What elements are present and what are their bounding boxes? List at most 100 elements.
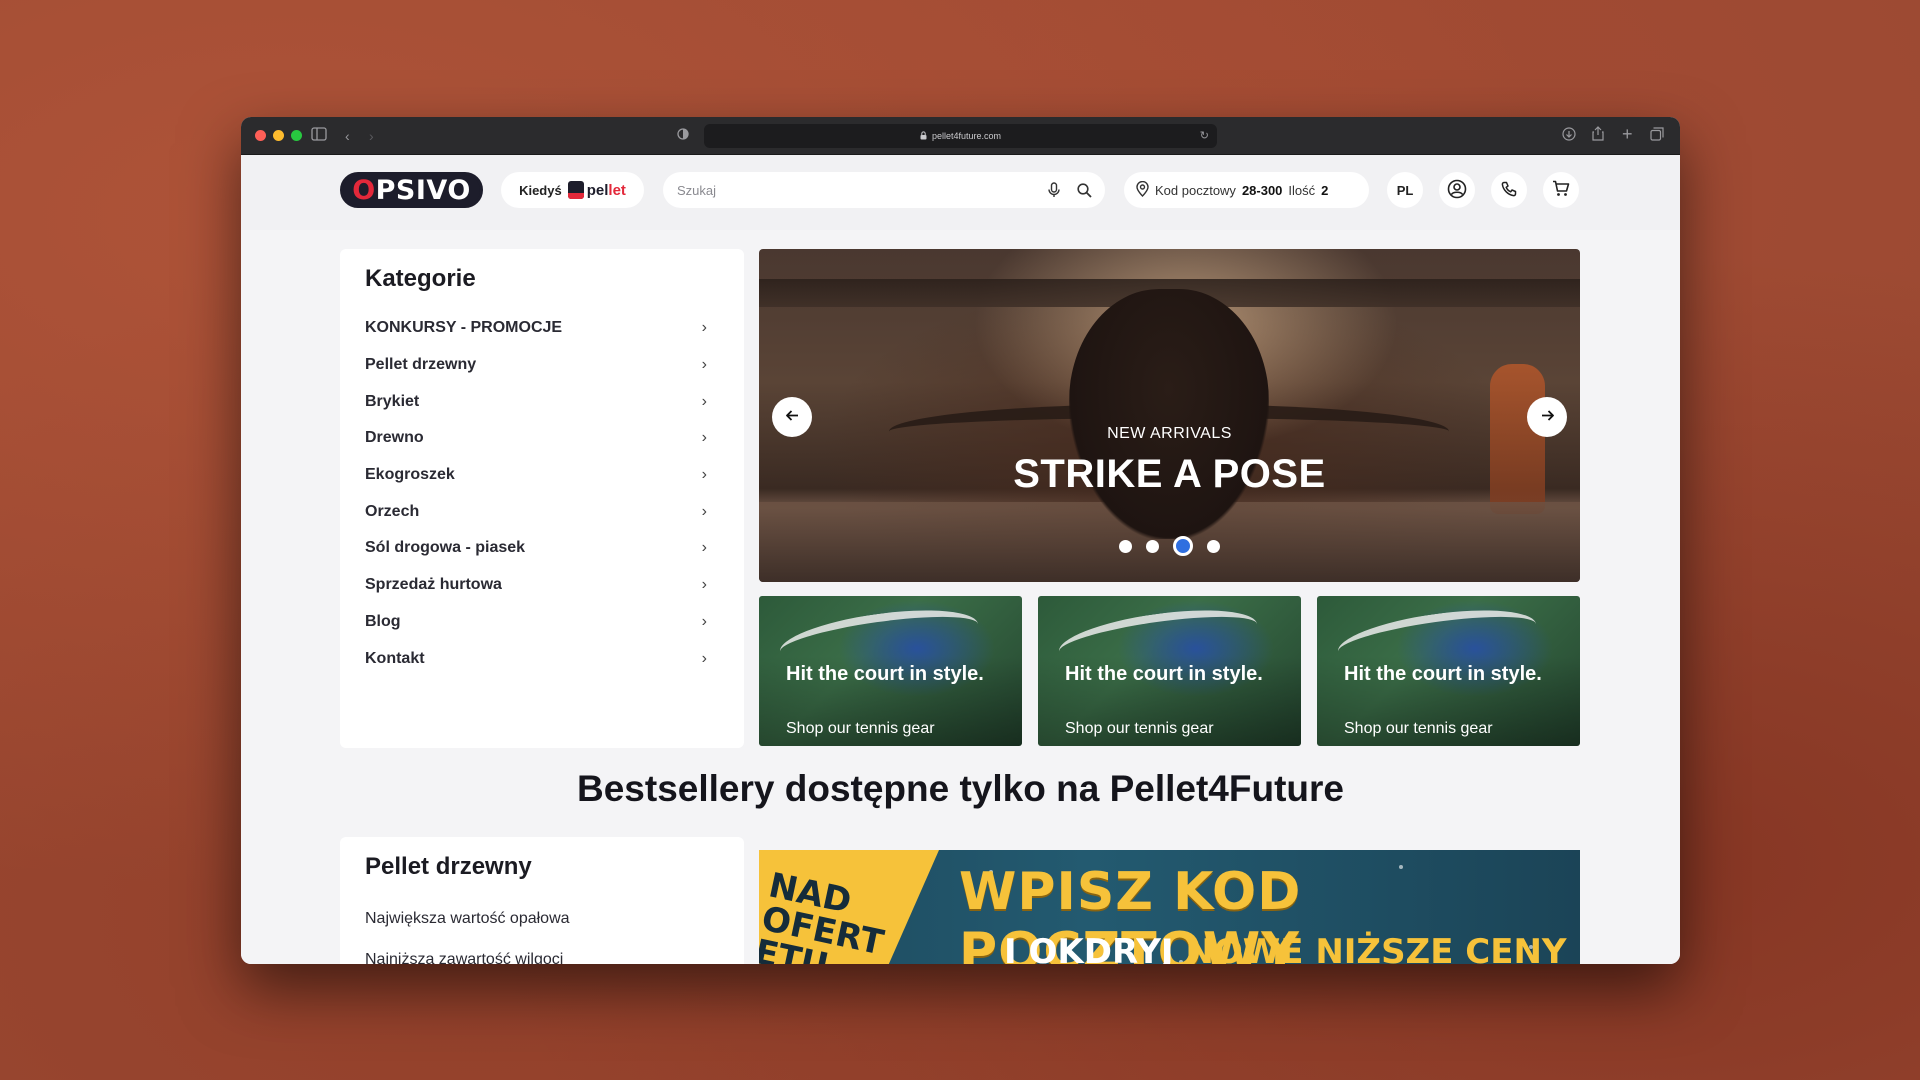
promo-tile[interactable]: Hit the court in style. Shop our tennis …	[1317, 596, 1580, 746]
tab-overview-icon[interactable]	[1650, 126, 1664, 146]
banner-second-text: I OKDRYJ NOWE NIŻSZE CENY	[1004, 932, 1567, 964]
promo-title: Hit the court in style.	[1065, 663, 1263, 685]
arrow-left-icon	[785, 408, 799, 426]
sidebar-toggle-icon[interactable]	[311, 126, 327, 146]
chevron-right-icon: ›	[701, 356, 707, 374]
pellet-future-logo: pellet	[567, 181, 626, 199]
postal-code-value: 28-300	[1241, 182, 1283, 198]
back-arrow-icon[interactable]: ‹	[345, 126, 350, 146]
promo-subtitle: Shop our tennis gear	[1344, 720, 1493, 737]
main-content: Kategorie KONKURSY - PROMOCJE › Pellet dr…	[241, 230, 1680, 964]
category-item[interactable]: Brykiet ›	[365, 383, 719, 420]
category-label: Brykiet	[365, 392, 420, 410]
forward-arrow-icon[interactable]: ›	[369, 126, 374, 146]
pellet-logo-text: pellet	[586, 181, 626, 199]
chevron-right-icon: ›	[701, 649, 707, 667]
carousel-dot[interactable]	[1119, 539, 1132, 553]
category-item[interactable]: Pellet drzewny ›	[365, 347, 719, 384]
new-tab-icon[interactable]: +	[1622, 124, 1633, 144]
pellet-section-item[interactable]: Największa wartość opałowa	[365, 898, 719, 939]
browser-chrome: ‹ › pellet4future.com ↻ +	[241, 117, 1680, 155]
hero-title: STRIKE A POSE	[1013, 452, 1326, 496]
pellet-section-panel: Pellet drzewny Największa wartość opałow…	[340, 837, 744, 964]
site-header: O PSIVO Kiedyś pellet Szukaj Kod pocztow…	[241, 155, 1680, 230]
url-text: pellet4future.com	[931, 131, 1002, 141]
carousel-dot[interactable]	[1207, 539, 1220, 553]
promo-tile[interactable]: Hit the court in style. Shop our tennis …	[1038, 596, 1301, 746]
chevron-right-icon: ›	[701, 612, 707, 630]
account-button[interactable]	[1439, 172, 1475, 208]
postal-code-banner[interactable]: NAD OFERT ETU WPISZ KOD POCZTOWY I OKDRY…	[759, 850, 1580, 964]
category-label: Pellet drzewny	[365, 356, 477, 374]
location-pin-icon	[1136, 180, 1149, 200]
close-window-button[interactable]	[255, 130, 266, 141]
opsivo-logo[interactable]: O PSIVO	[340, 172, 483, 208]
privacy-shield-icon[interactable]	[677, 126, 689, 146]
carousel-dot[interactable]	[1173, 536, 1193, 556]
category-label: Sól drogowa - piasek	[365, 539, 526, 557]
category-item[interactable]: Blog ›	[365, 604, 719, 641]
bestsellers-heading: Bestsellery dostępne tylko na Pellet4Fut…	[577, 768, 1344, 809]
chevron-right-icon: ›	[701, 392, 707, 410]
download-icon[interactable]	[1562, 126, 1576, 146]
phone-icon	[1501, 181, 1517, 200]
category-label: KONKURSY - PROMOCJE	[365, 319, 563, 337]
categories-list: KONKURSY - PROMOCJE › Pellet drzewny › Bry…	[365, 310, 719, 677]
category-label: Kontakt	[365, 649, 425, 667]
category-item[interactable]: Drewno ›	[365, 420, 719, 457]
category-item[interactable]: Orzech ›	[365, 493, 719, 530]
shopping-cart-icon	[1552, 180, 1570, 200]
promo-title: Hit the court in style.	[786, 663, 984, 685]
pellet-section-title: Pellet drzewny	[365, 853, 532, 880]
maximize-window-button[interactable]	[291, 130, 302, 141]
microphone-icon[interactable]	[1043, 179, 1065, 201]
chevron-right-icon: ›	[701, 539, 707, 557]
hero-image-figure	[1069, 289, 1269, 539]
category-item[interactable]: KONKURSY - PROMOCJE ›	[365, 310, 719, 347]
reload-icon[interactable]: ↻	[1200, 129, 1209, 142]
kiedys-pellet-badge[interactable]: Kiedyś pellet	[501, 172, 644, 208]
logo-text: PSIVO	[375, 174, 471, 206]
category-item[interactable]: Sól drogowa - piasek ›	[365, 530, 719, 567]
promo-subtitle: Shop our tennis gear	[1065, 720, 1214, 737]
chevron-right-icon: ›	[701, 576, 707, 594]
language-button[interactable]: PL	[1387, 172, 1423, 208]
phone-button[interactable]	[1491, 172, 1527, 208]
categories-title: Kategorie	[365, 265, 476, 292]
user-icon	[1447, 179, 1467, 202]
carousel-next-button[interactable]	[1527, 397, 1567, 437]
cart-button[interactable]	[1543, 172, 1579, 208]
category-label: Orzech	[365, 502, 420, 520]
pellet-logo-mark	[567, 181, 584, 199]
categories-panel: Kategorie KONKURSY - PROMOCJE › Pellet dr…	[340, 249, 744, 748]
search-bar	[663, 172, 1105, 208]
quantity-label: Ilość	[1288, 182, 1316, 198]
address-bar[interactable]: pellet4future.com ↻	[704, 124, 1217, 148]
category-label: Blog	[365, 612, 401, 630]
search-input[interactable]	[677, 182, 1035, 198]
category-item[interactable]: Kontakt ›	[365, 640, 719, 677]
category-item[interactable]: Ekogroszek ›	[365, 457, 719, 494]
category-label: Ekogroszek	[365, 466, 455, 484]
carousel-dot[interactable]	[1146, 539, 1159, 553]
search-icon[interactable]	[1073, 179, 1095, 201]
hero-carousel[interactable]: NEW ARRIVALS STRIKE A POSE	[759, 249, 1580, 582]
promo-title: Hit the court in style.	[1344, 663, 1542, 685]
share-icon[interactable]	[1592, 126, 1604, 146]
arrow-right-icon	[1541, 408, 1554, 426]
pellet-section-item[interactable]: Najniższa zawartość wilgoci	[365, 939, 719, 965]
category-item[interactable]: Sprzedaż hurtowa ›	[365, 567, 719, 604]
minimize-window-button[interactable]	[273, 130, 284, 141]
carousel-prev-button[interactable]	[772, 397, 812, 437]
carousel-dots	[759, 536, 1580, 556]
chevron-right-icon: ›	[701, 319, 707, 337]
chevron-right-icon: ›	[701, 429, 707, 447]
category-label: Sprzedaż hurtowa	[365, 576, 502, 594]
language-label: PL	[1396, 182, 1414, 198]
postal-code-selector[interactable]: Kod pocztowy 28-300 Ilość 2	[1124, 172, 1369, 208]
promo-tile[interactable]: Hit the court in style. Shop our tennis …	[759, 596, 1022, 746]
postal-label: Kod pocztowy	[1155, 182, 1236, 198]
chevron-right-icon: ›	[701, 466, 707, 484]
kiedys-label: Kiedyś	[519, 182, 562, 198]
window-controls	[255, 130, 302, 141]
